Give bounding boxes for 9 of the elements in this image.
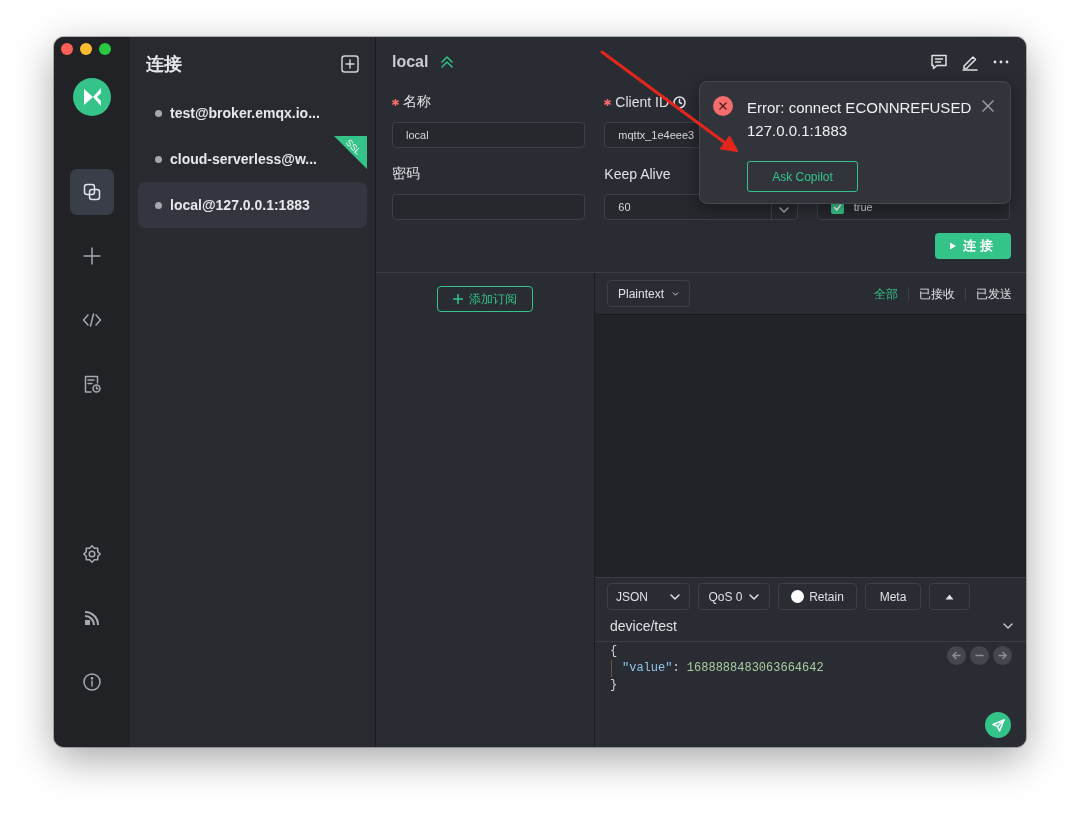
field-label: 密码 bbox=[392, 165, 420, 183]
code-line: "value": 1688888483063664642 bbox=[611, 660, 824, 677]
field-label: Keep Alive bbox=[604, 166, 671, 182]
section-title: 连接 bbox=[146, 52, 182, 76]
code-line: } bbox=[610, 677, 618, 694]
connection-title: local bbox=[392, 53, 429, 71]
code-line: { bbox=[610, 643, 618, 660]
error-message: Error: connect ECONNREFUSED 127.0.0.1:1883 bbox=[747, 98, 973, 141]
field-label: 名称 bbox=[403, 93, 431, 111]
